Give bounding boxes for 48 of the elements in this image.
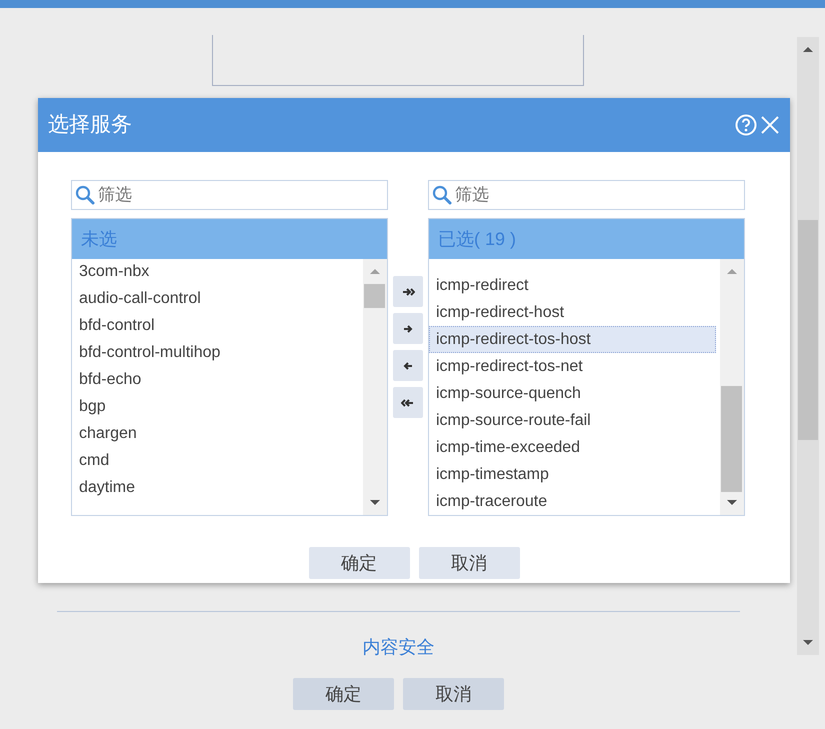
list-item[interactable]: cmd (72, 447, 359, 474)
list-item[interactable]: bfd-control-multihop (72, 339, 359, 366)
list-item[interactable]: icmp-redirect-host (429, 299, 716, 326)
move-button[interactable] (393, 276, 423, 307)
scroll-down-icon[interactable] (369, 499, 381, 507)
list-item[interactable]: icmp-redirect-tos-host (429, 326, 716, 353)
dialog-button[interactable]: 确定 (308, 547, 410, 579)
page-button[interactable]: 确定 (293, 678, 394, 710)
filter-field[interactable]: 筛选 (71, 180, 388, 210)
list-item[interactable]: chargen (72, 420, 359, 447)
scroll-down-icon[interactable] (802, 639, 814, 647)
dialog-button[interactable]: 取消 (418, 547, 520, 579)
list-header: 未选 (72, 219, 387, 259)
list-item[interactable]: icmp-redirect (429, 272, 716, 299)
list-item[interactable]: 3com-nbx (72, 259, 359, 285)
list-item[interactable]: icmp-source-quench (429, 380, 716, 407)
scroll-up-icon[interactable] (802, 45, 814, 53)
list-item[interactable]: icmp-timestamp (429, 461, 716, 488)
list-item[interactable]: icmp-time-exceeded (429, 434, 716, 461)
list-item[interactable]: bgp (72, 393, 359, 420)
text-area[interactable] (212, 35, 584, 86)
list-item[interactable]: icmp-traceroute (429, 488, 716, 515)
list-header: 已选( 19 ) (429, 219, 744, 259)
scroll-up-icon[interactable] (726, 267, 738, 275)
move-button[interactable] (393, 387, 423, 418)
scroll-down-icon[interactable] (726, 499, 738, 507)
dialog-title: 选择服务 (48, 112, 132, 138)
list-item[interactable]: daytime (72, 474, 359, 501)
list-item[interactable]: bfd-echo (72, 366, 359, 393)
scroll-up-icon[interactable] (369, 267, 381, 275)
page-scrollbar[interactable] (797, 37, 819, 655)
move-button[interactable] (393, 350, 423, 381)
help-icon[interactable] (735, 114, 757, 136)
scrollbar-thumb[interactable] (798, 220, 818, 440)
scrollbar-thumb[interactable] (364, 284, 385, 308)
scrollbar[interactable] (720, 259, 744, 515)
scrollbar-thumb[interactable] (721, 386, 742, 492)
list-item[interactable]: icmp-source-route-fail (429, 407, 716, 434)
filter-field[interactable]: 筛选 (428, 180, 745, 210)
search-icon (75, 185, 95, 205)
move-button[interactable] (393, 313, 423, 344)
list-item[interactable]: audio-call-control (72, 285, 359, 312)
list-item[interactable]: icmp-redirect-tos-net (429, 353, 716, 380)
page-button[interactable]: 取消 (403, 678, 504, 710)
list-item[interactable]: bfd-control (72, 312, 359, 339)
scrollbar[interactable] (363, 259, 387, 515)
close-icon[interactable] (760, 115, 780, 135)
search-icon (432, 185, 452, 205)
